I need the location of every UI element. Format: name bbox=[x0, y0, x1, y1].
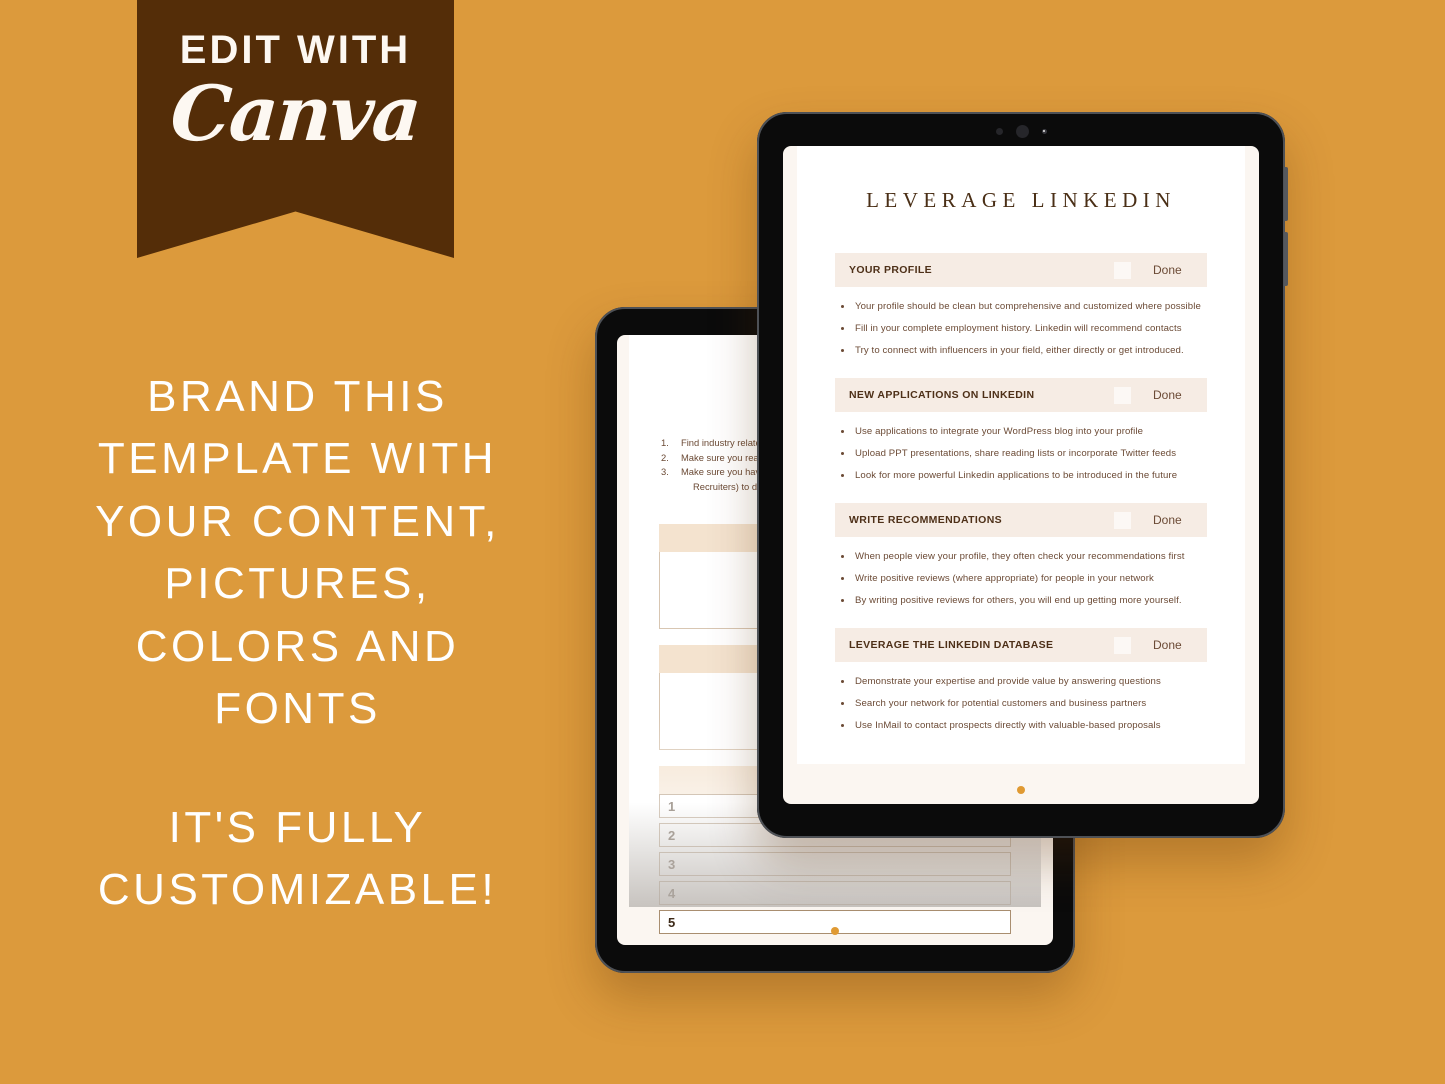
row-number: 4 bbox=[668, 885, 676, 901]
section-title: LEVERAGE THE LINKEDIN DATABASE bbox=[849, 639, 1054, 651]
page-title: LEVERAGE LINKEDIN bbox=[866, 188, 1176, 212]
table-row[interactable]: 3 bbox=[659, 852, 1011, 877]
list-item: Try to connect with influencers in your … bbox=[835, 345, 1207, 356]
done-checkbox[interactable] bbox=[1114, 636, 1131, 654]
done-label: Done bbox=[1153, 513, 1182, 527]
front-page-content: LEVERAGE LINKEDIN YOUR PROFILE Done Your… bbox=[797, 146, 1245, 764]
done-checkbox[interactable] bbox=[1114, 386, 1131, 404]
section-title: YOUR PROFILE bbox=[849, 264, 932, 276]
light-sensor-icon bbox=[1041, 128, 1047, 134]
tablet-device-front: LEVERAGE LINKEDIN YOUR PROFILE Done Your… bbox=[757, 112, 1288, 838]
volume-down-button[interactable] bbox=[1284, 232, 1288, 286]
camera-icon bbox=[1015, 124, 1029, 138]
promo-text-secondary: IT'S FULLY CUSTOMIZABLE! bbox=[97, 802, 498, 915]
edit-with-canva-banner: EDIT WITH Canva bbox=[137, 0, 454, 258]
section-header: NEW APPLICATIONS ON LINKEDIN Done bbox=[835, 378, 1207, 412]
page-dot-active[interactable] bbox=[831, 927, 839, 935]
list-item: By writing positive reviews for others, … bbox=[835, 595, 1207, 606]
section-leverage-database: LEVERAGE THE LINKEDIN DATABASE Done Demo… bbox=[835, 628, 1207, 731]
section-bullets: Your profile should be clean but compreh… bbox=[835, 287, 1207, 356]
row-number: 2 bbox=[668, 827, 676, 843]
section-new-applications: NEW APPLICATIONS ON LINKEDIN Done Use ap… bbox=[835, 378, 1207, 481]
section-title: NEW APPLICATIONS ON LINKEDIN bbox=[849, 389, 1035, 401]
section-bullets: When people view your profile, they ofte… bbox=[835, 537, 1207, 606]
section-header: WRITE RECOMMENDATIONS Done bbox=[835, 503, 1207, 537]
page-dot-active[interactable] bbox=[1017, 786, 1025, 794]
list-item: Use InMail to contact prospects directly… bbox=[835, 720, 1207, 731]
list-item: Your profile should be clean but compreh… bbox=[835, 301, 1207, 312]
camera-strip-front bbox=[757, 121, 1285, 141]
done-label: Done bbox=[1153, 638, 1182, 652]
list-item: Write positive reviews (where appropriat… bbox=[835, 573, 1207, 584]
row-number: 3 bbox=[668, 856, 676, 872]
section-title: WRITE RECOMMENDATIONS bbox=[849, 514, 1002, 526]
section-write-recommendations: WRITE RECOMMENDATIONS Done When people v… bbox=[835, 503, 1207, 606]
section-header: YOUR PROFILE Done bbox=[835, 253, 1207, 287]
list-item: Search your network for potential custom… bbox=[835, 698, 1207, 709]
banner-brand-script: Canva bbox=[168, 69, 423, 158]
list-item: Look for more powerful Linkedin applicat… bbox=[835, 470, 1207, 481]
done-checkbox[interactable] bbox=[1114, 261, 1131, 279]
sensor-icon bbox=[995, 127, 1003, 135]
section-bullets: Demonstrate your expertise and provide v… bbox=[835, 662, 1207, 731]
back-page-indicator bbox=[617, 927, 1053, 935]
done-label: Done bbox=[1153, 263, 1182, 277]
list-number: 1. bbox=[661, 437, 669, 448]
list-number: 2. bbox=[661, 451, 669, 463]
section-header: LEVERAGE THE LINKEDIN DATABASE Done bbox=[835, 628, 1207, 662]
tablet-screen-front: LEVERAGE LINKEDIN YOUR PROFILE Done Your… bbox=[783, 146, 1259, 804]
promo-text-primary: BRAND THIS TEMPLATE WITH YOUR CONTENT, P… bbox=[95, 372, 500, 734]
row-number: 1 bbox=[668, 798, 676, 814]
section-your-profile: YOUR PROFILE Done Your profile should be… bbox=[835, 253, 1207, 356]
section-bullets: Use applications to integrate your WordP… bbox=[835, 412, 1207, 481]
list-item: Fill in your complete employment history… bbox=[835, 323, 1207, 334]
promo-copy: BRAND THIS TEMPLATE WITH YOUR CONTENT, P… bbox=[60, 366, 535, 922]
list-item: When people view your profile, they ofte… bbox=[835, 551, 1207, 562]
done-checkbox[interactable] bbox=[1114, 511, 1131, 529]
list-item: Use applications to integrate your WordP… bbox=[835, 426, 1207, 437]
list-item: Upload PPT presentations, share reading … bbox=[835, 448, 1207, 459]
done-label: Done bbox=[1153, 388, 1182, 402]
volume-up-button[interactable] bbox=[1284, 167, 1288, 221]
list-number: 3. bbox=[661, 466, 669, 478]
list-item: Demonstrate your expertise and provide v… bbox=[835, 676, 1207, 687]
banner-headline: EDIT WITH bbox=[179, 28, 412, 72]
front-page-indicator bbox=[783, 786, 1259, 794]
table-row[interactable]: 4 bbox=[659, 881, 1011, 906]
